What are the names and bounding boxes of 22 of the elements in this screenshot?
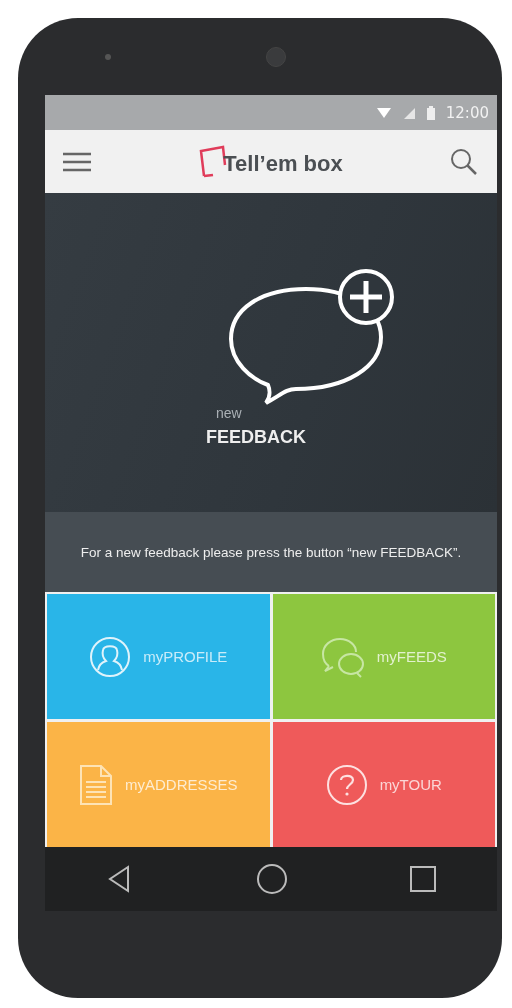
chat-bubbles-icon bbox=[320, 635, 365, 678]
battery-icon bbox=[425, 105, 436, 120]
menu-icon bbox=[61, 150, 93, 173]
recents-icon bbox=[408, 865, 437, 893]
new-label: new bbox=[216, 405, 242, 421]
app-title: Tell’em box bbox=[223, 150, 343, 177]
menu-tile[interactable]: myTOUR bbox=[272, 722, 495, 847]
camera-icon bbox=[266, 46, 286, 67]
document-icon bbox=[79, 763, 113, 806]
feedback-label: FEEDBACK bbox=[206, 427, 306, 448]
search-icon bbox=[449, 146, 479, 177]
menu-tile[interactable]: myFEEDS bbox=[272, 594, 495, 719]
help-icon bbox=[325, 763, 368, 806]
status-time: 12:00 bbox=[445, 103, 489, 122]
menu-tile[interactable]: myPROFILE bbox=[47, 594, 270, 719]
user-icon bbox=[89, 635, 132, 678]
sensor-icon bbox=[105, 53, 111, 60]
instruction-text: For a new feedback please press the button “new FEEDBACK”. bbox=[80, 544, 462, 560]
wifi-icon bbox=[375, 105, 392, 120]
menu-tile[interactable]: myADDRESSES bbox=[47, 722, 270, 847]
home-icon bbox=[256, 863, 288, 895]
new-feedback-button[interactable]: new FEEDBACK bbox=[156, 267, 406, 448]
